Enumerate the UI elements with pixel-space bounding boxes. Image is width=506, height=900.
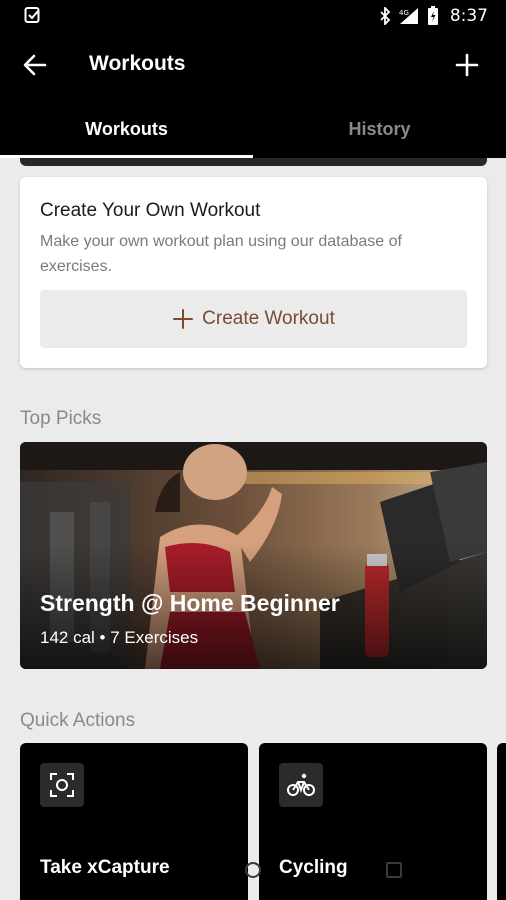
- create-workout-button[interactable]: Create Workout: [40, 290, 467, 348]
- create-card-heading: Create Your Own Workout: [40, 200, 261, 221]
- quick-action-label: Cycling: [279, 857, 348, 878]
- page-title: Workouts: [89, 52, 186, 75]
- create-workout-card: Create Your Own Workout Make your own wo…: [20, 177, 487, 368]
- quick-action-xcapture[interactable]: Take xCapture: [20, 743, 248, 900]
- quick-action-cycling[interactable]: Cycling: [259, 743, 487, 900]
- plus-icon[interactable]: [454, 52, 480, 78]
- bicycle-icon: [279, 763, 323, 807]
- arrow-left-icon[interactable]: [22, 52, 48, 78]
- bluetooth-icon: [380, 7, 391, 25]
- status-bar: 4G 8:37: [0, 0, 506, 32]
- battery-icon: [427, 6, 438, 25]
- top-pick-title: Strength @ Home Beginner: [40, 590, 340, 616]
- signal-icon: 4G: [399, 8, 418, 24]
- home-nav-button[interactable]: [245, 862, 261, 878]
- recents-nav-button[interactable]: [386, 862, 402, 878]
- scan-icon: [40, 763, 84, 807]
- quick-action-label: Take xCapture: [40, 857, 170, 878]
- quick-actions-heading: Quick Actions: [20, 710, 136, 731]
- status-time: 8:37: [449, 6, 488, 26]
- plus-icon: [173, 309, 194, 329]
- create-card-description: Make your own workout plan using our dat…: [40, 233, 402, 275]
- quick-action-next-peek: [497, 743, 506, 900]
- svg-text:4G: 4G: [399, 9, 409, 17]
- app-notification-icon: [24, 7, 40, 23]
- previous-card-edge: [20, 158, 487, 166]
- top-pick-meta: 142 cal • 7 Exercises: [40, 628, 199, 647]
- tab-history[interactable]: History: [253, 100, 506, 158]
- top-pick-card[interactable]: Strength @ Home Beginner 142 cal • 7 Exe…: [20, 442, 487, 669]
- tab-bar: Workouts History: [0, 100, 506, 158]
- create-workout-label: Create Workout: [202, 308, 335, 329]
- tab-workouts[interactable]: Workouts: [0, 100, 253, 158]
- app-bar: Workouts: [0, 32, 506, 100]
- top-picks-heading: Top Picks: [20, 408, 102, 429]
